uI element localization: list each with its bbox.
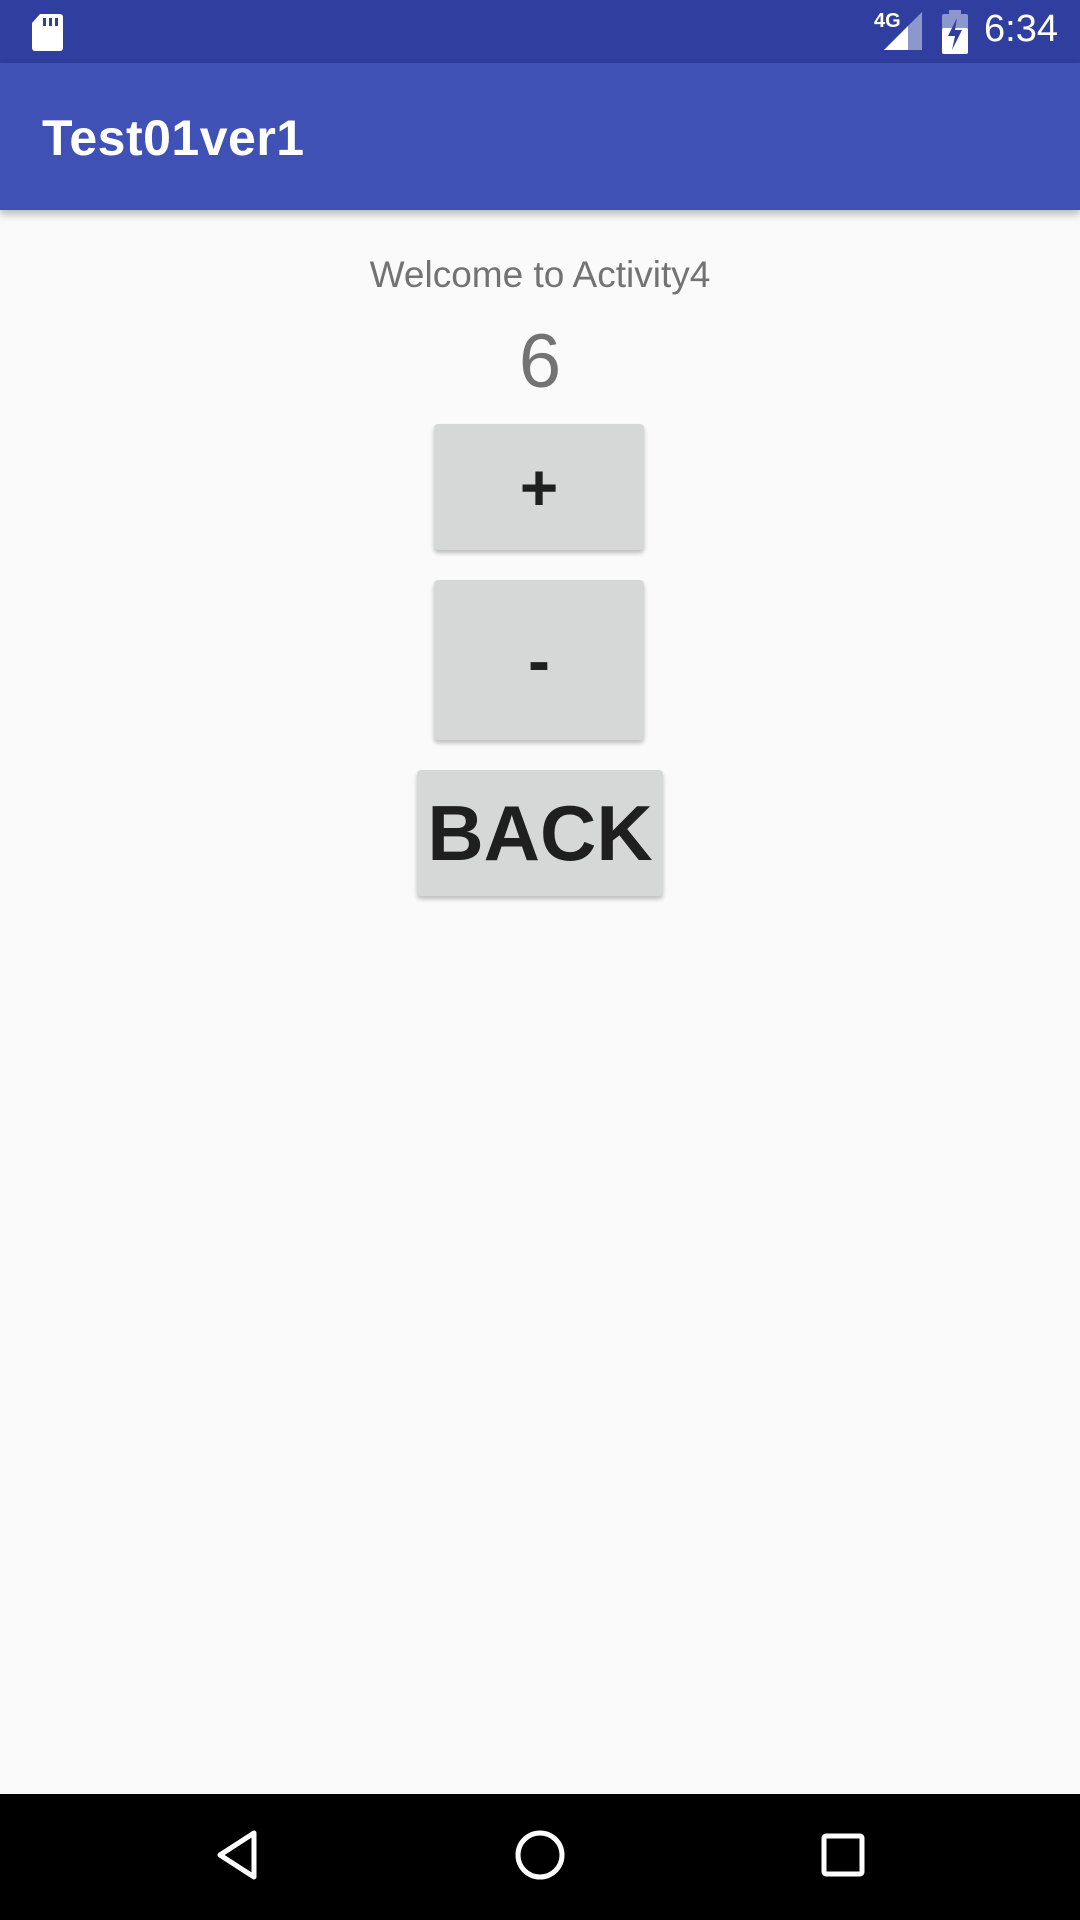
battery-charging-icon [940, 10, 970, 54]
back-icon [214, 1829, 260, 1886]
decrement-button[interactable]: - [434, 580, 644, 740]
welcome-text: Welcome to Activity4 [369, 254, 711, 295]
back-button[interactable]: BACK [417, 770, 663, 896]
status-clock: 6:34 [984, 8, 1058, 50]
increment-button[interactable]: + [434, 424, 644, 550]
status-bar: 4G 6:34 [0, 0, 1080, 63]
network-type-label: 4G [874, 10, 901, 32]
app-bar: Test01ver1 [0, 63, 1080, 210]
nav-recents-button[interactable] [808, 1822, 878, 1892]
sd-card-icon [30, 12, 64, 52]
nav-home-button[interactable] [505, 1822, 575, 1892]
recents-icon [820, 1832, 866, 1883]
app-title: Test01ver1 [42, 110, 305, 166]
screen: 4G 6:34 Test01ver1 Welcome to Activity4 … [0, 0, 1080, 1920]
navigation-bar [0, 1794, 1080, 1920]
counter-value: 6 [518, 319, 562, 404]
home-icon [514, 1829, 566, 1886]
nav-back-button[interactable] [202, 1822, 272, 1892]
